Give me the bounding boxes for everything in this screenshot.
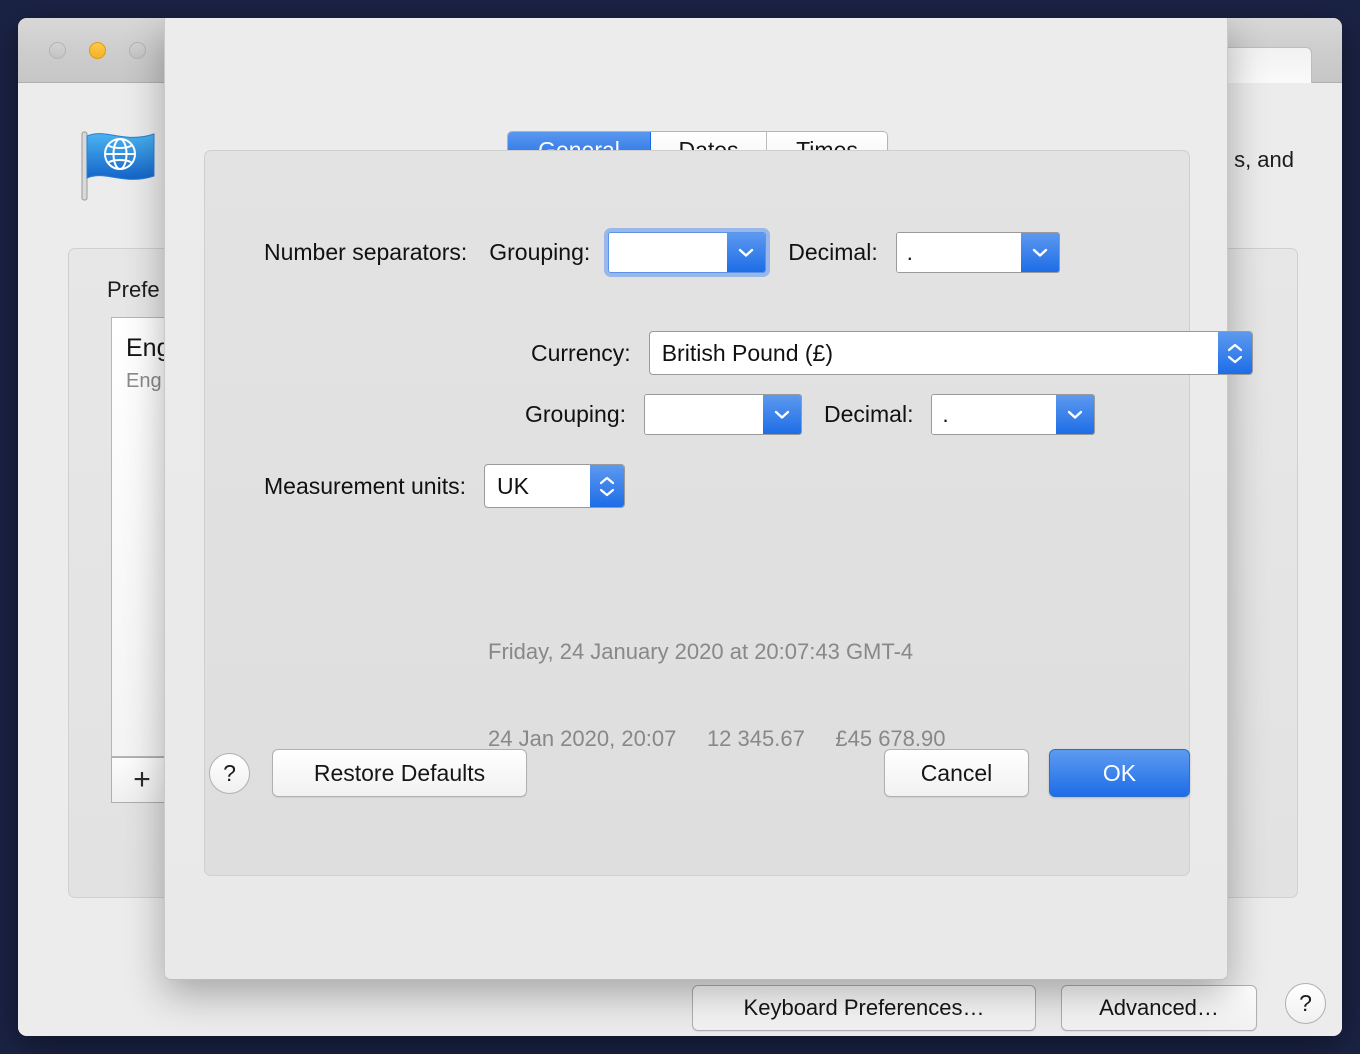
number-separators-label: Number separators: xyxy=(264,239,468,265)
number-separators-row: Number separators: Grouping: Decimal: . xyxy=(264,232,1060,273)
currency-separators-row: Grouping: Decimal: . xyxy=(525,394,1096,435)
region-customization-sheet: General Dates Times Number separators: G… xyxy=(164,18,1253,980)
currency-decimal-combo[interactable]: . xyxy=(931,394,1096,435)
number-decimal-value: . xyxy=(896,233,1021,272)
advanced-button[interactable]: Advanced… xyxy=(1061,985,1257,1031)
measurement-units-row: Measurement units: UK xyxy=(264,464,625,508)
chevron-down-icon xyxy=(1020,233,1059,272)
globe-flag-icon xyxy=(76,128,160,204)
ok-button[interactable]: OK xyxy=(1049,749,1190,797)
measurement-units-value: UK xyxy=(496,472,529,499)
desktop-background: Language & Region Search xyxy=(0,0,1360,1054)
measurement-units-stepper[interactable]: UK xyxy=(483,464,625,508)
restore-defaults-button[interactable]: Restore Defaults xyxy=(272,749,527,797)
currency-label: Currency: xyxy=(531,339,631,366)
cancel-button[interactable]: Cancel xyxy=(884,749,1029,797)
format-preview: Friday, 24 January 2020 at 20:07:43 GMT-… xyxy=(488,579,946,811)
preview-line-short-date: 24 Jan 2020, 20:07 12 345.67 £45 678.90 xyxy=(488,726,946,751)
chevron-down-icon xyxy=(1056,395,1095,434)
pane-help-button[interactable]: ? xyxy=(1285,983,1326,1024)
currency-decimal-label: Decimal: xyxy=(824,401,914,427)
number-decimal-label: Decimal: xyxy=(788,239,878,265)
number-grouping-label: Grouping: xyxy=(489,239,591,265)
chevron-down-icon xyxy=(763,395,802,434)
measurement-units-label: Measurement units: xyxy=(264,472,466,499)
keyboard-preferences-button[interactable]: Keyboard Preferences… xyxy=(692,985,1036,1031)
preferred-languages-title: Prefe xyxy=(107,277,160,302)
number-grouping-value xyxy=(609,233,728,272)
sheet-help-button[interactable]: ? xyxy=(209,753,250,794)
currency-stepper[interactable]: British Pound (£) xyxy=(648,331,1253,375)
number-grouping-combo[interactable] xyxy=(608,232,767,273)
stepper-updown-icon[interactable] xyxy=(589,465,624,507)
stepper-updown-icon[interactable] xyxy=(1217,332,1252,374)
number-decimal-combo[interactable]: . xyxy=(895,232,1060,273)
currency-decimal-value: . xyxy=(932,395,1057,434)
currency-grouping-label: Grouping: xyxy=(525,401,627,427)
currency-grouping-combo[interactable] xyxy=(644,394,803,435)
currency-row: Currency: British Pound (£) xyxy=(531,331,1253,375)
system-preferences-window: Language & Region Search xyxy=(18,18,1342,1036)
language-list-item-secondary[interactable]: Eng xyxy=(126,370,162,393)
currency-value: British Pound (£) xyxy=(661,339,834,366)
currency-grouping-value xyxy=(645,395,764,434)
preview-line-long-date: Friday, 24 January 2020 at 20:07:43 GMT-… xyxy=(488,639,914,664)
chevron-down-icon xyxy=(727,233,766,272)
